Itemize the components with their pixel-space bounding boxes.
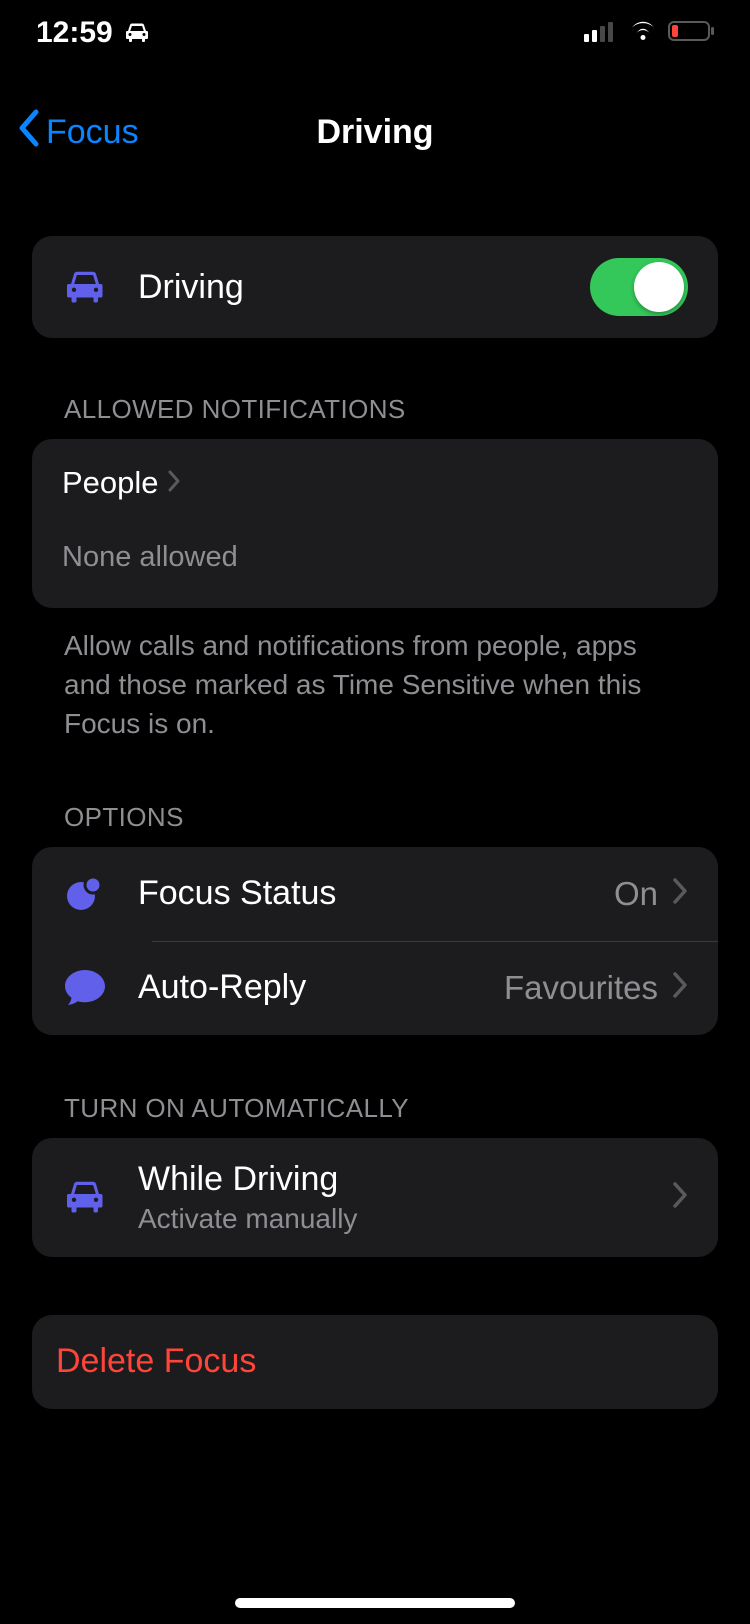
allowed-notifications-group: ALLOWED NOTIFICATIONS People None allowe…	[32, 394, 718, 744]
car-icon	[56, 1179, 114, 1215]
status-bar: 12:59	[0, 0, 750, 66]
car-icon	[56, 269, 114, 305]
while-driving-label: While Driving	[138, 1160, 672, 1199]
navigation-bar: Focus Driving	[0, 88, 750, 176]
auto-reply-value: Favourites	[504, 969, 658, 1007]
focus-status-icon	[56, 872, 114, 916]
back-button[interactable]: Focus	[16, 88, 139, 176]
focus-status-row[interactable]: Focus Status On	[32, 847, 718, 941]
cellular-icon	[584, 16, 618, 50]
people-label: People	[62, 465, 159, 501]
chevron-right-icon	[672, 1176, 688, 1219]
delete-focus-row[interactable]: Delete Focus	[32, 1315, 718, 1409]
options-header: OPTIONS	[32, 802, 718, 847]
allowed-notifications-header: ALLOWED NOTIFICATIONS	[32, 394, 718, 439]
while-driving-detail: Activate manually	[138, 1203, 672, 1235]
speech-bubble-icon	[56, 968, 114, 1008]
automatic-group: TURN ON AUTOMATICALLY While Driving Acti…	[32, 1093, 718, 1257]
auto-reply-label: Auto-Reply	[138, 968, 504, 1007]
people-row[interactable]: People None allowed	[32, 439, 718, 608]
delete-focus-label: Delete Focus	[56, 1342, 256, 1381]
driving-toggle-switch[interactable]	[590, 258, 688, 316]
battery-icon	[668, 16, 716, 50]
wifi-icon	[628, 16, 658, 50]
people-detail: None allowed	[62, 541, 238, 574]
chevron-right-icon	[167, 466, 181, 500]
focus-toggle-group: Driving	[32, 236, 718, 338]
status-bar-left: 12:59	[36, 16, 151, 50]
toggle-knob	[634, 262, 684, 312]
chevron-right-icon	[672, 872, 688, 915]
options-group: OPTIONS Focus Status On Auto-Rep	[32, 802, 718, 1035]
chevron-left-icon	[16, 108, 40, 157]
while-driving-row[interactable]: While Driving Activate manually	[32, 1138, 718, 1257]
page-title: Driving	[316, 113, 433, 152]
focus-status-label: Focus Status	[138, 874, 614, 913]
automatic-header: TURN ON AUTOMATICALLY	[32, 1093, 718, 1138]
allowed-notifications-footer: Allow calls and notifications from peopl…	[32, 608, 718, 744]
back-label: Focus	[46, 113, 139, 152]
status-bar-right	[584, 16, 716, 50]
driving-toggle-row[interactable]: Driving	[32, 236, 718, 338]
focus-status-value: On	[614, 875, 658, 913]
chevron-right-icon	[672, 966, 688, 1009]
delete-group: Delete Focus	[32, 1315, 718, 1409]
home-indicator[interactable]	[235, 1598, 515, 1608]
driving-toggle-label: Driving	[138, 268, 590, 307]
auto-reply-row[interactable]: Auto-Reply Favourites	[32, 941, 718, 1035]
status-time: 12:59	[36, 16, 113, 50]
content-area: Driving ALLOWED NOTIFICATIONS People Non…	[0, 200, 750, 1624]
car-status-icon	[123, 22, 151, 44]
